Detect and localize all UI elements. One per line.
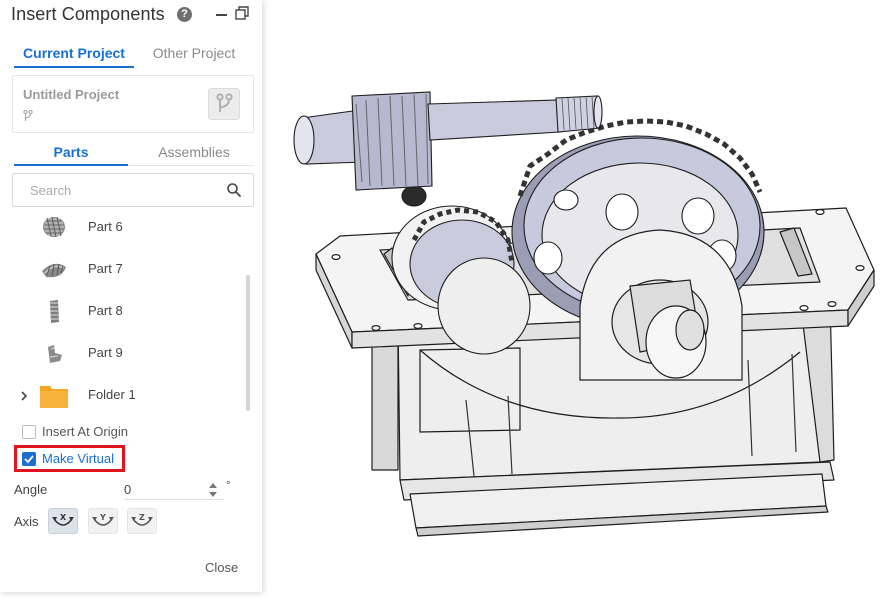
list-item[interactable]: Part 9: [12, 333, 244, 375]
list-item-label: Part 6: [88, 219, 123, 234]
parts-list: Part 6 Part 7 Part 8 Part 9 Folder 1: [12, 207, 252, 415]
git-branch-icon: [23, 110, 33, 121]
3d-viewport[interactable]: [262, 0, 884, 598]
tab-other-project[interactable]: Other Project: [134, 38, 254, 68]
list-item-label: Part 8: [88, 303, 123, 318]
search-box: [12, 173, 254, 207]
insert-at-origin-label: Insert At Origin: [42, 424, 128, 439]
close-button[interactable]: Close: [205, 560, 238, 575]
bracket-part-icon: [48, 345, 62, 363]
list-item-label: Folder 1: [88, 387, 136, 402]
list-item[interactable]: Folder 1: [12, 375, 244, 415]
angle-value[interactable]: 0: [124, 482, 131, 497]
output-hub: [579, 229, 743, 381]
list-item[interactable]: Part 7: [12, 249, 244, 291]
question-circle-icon[interactable]: ?: [177, 7, 192, 22]
restore-window-icon[interactable]: [235, 6, 249, 20]
bevel-gear-icon: [42, 263, 66, 278]
list-scrollbar[interactable]: [246, 275, 250, 411]
folder-icon: [40, 386, 68, 408]
angle-unit: °: [226, 480, 231, 492]
axis-y-button[interactable]: Y: [88, 508, 118, 534]
tab-parts[interactable]: Parts: [14, 140, 128, 166]
axis-y-text: Y: [99, 513, 106, 522]
rotate-z-icon: Z: [131, 513, 153, 526]
angle-field[interactable]: 0: [124, 480, 224, 500]
axis-z-text: Z: [139, 513, 145, 522]
axis-x-button[interactable]: X: [48, 508, 78, 534]
tab-assemblies[interactable]: Assemblies: [134, 140, 254, 166]
insert-at-origin-checkbox[interactable]: [22, 425, 36, 439]
list-item-label: Part 9: [88, 345, 123, 360]
axis-z-button[interactable]: Z: [127, 508, 157, 534]
list-item[interactable]: Part 6: [12, 207, 244, 249]
project-name: Untitled Project: [23, 87, 120, 102]
gear-segment-icon: [50, 300, 59, 323]
insert-components-panel: Insert Components ? Current Project Othe…: [0, 0, 262, 592]
list-item-label: Part 7: [88, 261, 123, 276]
highlight-box: [14, 445, 125, 472]
axis-x-text: X: [60, 513, 67, 522]
tab-current-project[interactable]: Current Project: [14, 38, 134, 68]
project-card[interactable]: Untitled Project: [12, 75, 254, 133]
minimize-icon[interactable]: [216, 14, 227, 16]
branch-button[interactable]: [208, 88, 240, 120]
panel-title: Insert Components: [11, 4, 165, 24]
gearbox-model[interactable]: [262, 0, 884, 598]
search-input[interactable]: [28, 182, 218, 199]
git-branch-icon: [216, 93, 233, 112]
helical-gear-icon: [43, 216, 65, 238]
list-item[interactable]: Part 8: [12, 291, 244, 333]
chevron-right-icon[interactable]: [19, 390, 29, 402]
project-tabs: Current Project Other Project: [14, 38, 254, 68]
rotate-y-icon: Y: [92, 513, 114, 526]
spinner-arrows-icon[interactable]: [208, 480, 218, 500]
axis-label: Axis: [14, 514, 39, 529]
parts-tabs: Parts Assemblies: [14, 140, 254, 166]
rotate-x-icon: X: [52, 513, 74, 526]
search-icon[interactable]: [226, 182, 242, 198]
angle-label: Angle: [14, 482, 48, 497]
